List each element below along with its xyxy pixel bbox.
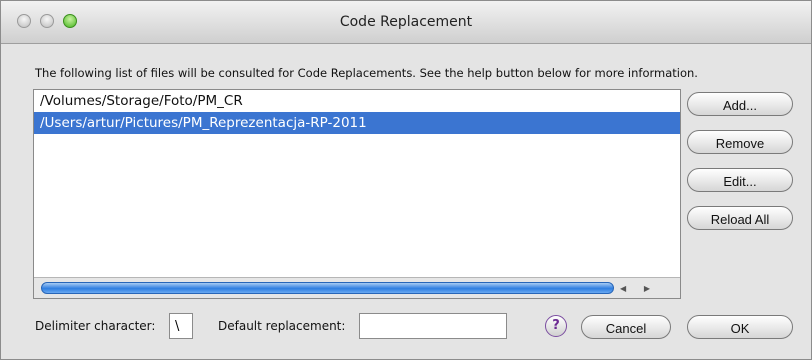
horizontal-scrollbar[interactable]: ◀ ▶: [34, 277, 680, 298]
ok-button[interactable]: OK: [687, 315, 793, 339]
default-replacement-field[interactable]: [359, 313, 507, 339]
file-list[interactable]: /Volumes/Storage/Foto/PM_CR /Users/artur…: [33, 89, 681, 299]
file-list-item[interactable]: /Volumes/Storage/Foto/PM_CR: [34, 90, 680, 112]
title-bar: Code Replacement: [1, 1, 811, 44]
code-replacement-window: Code Replacement The following list of f…: [0, 0, 812, 360]
default-replacement-label: Default replacement:: [218, 319, 346, 333]
scroll-arrows[interactable]: ◀ ▶: [620, 282, 650, 294]
scroll-right-icon[interactable]: ▶: [644, 284, 650, 293]
delimiter-field[interactable]: [169, 313, 193, 339]
remove-button[interactable]: Remove: [687, 130, 793, 154]
file-list-item-selected[interactable]: /Users/artur/Pictures/PM_Reprezentacja-R…: [34, 112, 680, 134]
cancel-button[interactable]: Cancel: [581, 315, 671, 339]
delimiter-label: Delimiter character:: [35, 319, 156, 333]
scroll-left-icon[interactable]: ◀: [620, 284, 626, 293]
add-button[interactable]: Add...: [687, 92, 793, 116]
reload-all-button[interactable]: Reload All: [687, 206, 793, 230]
help-icon[interactable]: ?: [545, 315, 567, 337]
window-title: Code Replacement: [339, 14, 473, 30]
scrollbar-thumb[interactable]: [41, 282, 614, 294]
description-text: The following list of files will be cons…: [35, 66, 698, 80]
edit-button[interactable]: Edit...: [687, 168, 793, 192]
